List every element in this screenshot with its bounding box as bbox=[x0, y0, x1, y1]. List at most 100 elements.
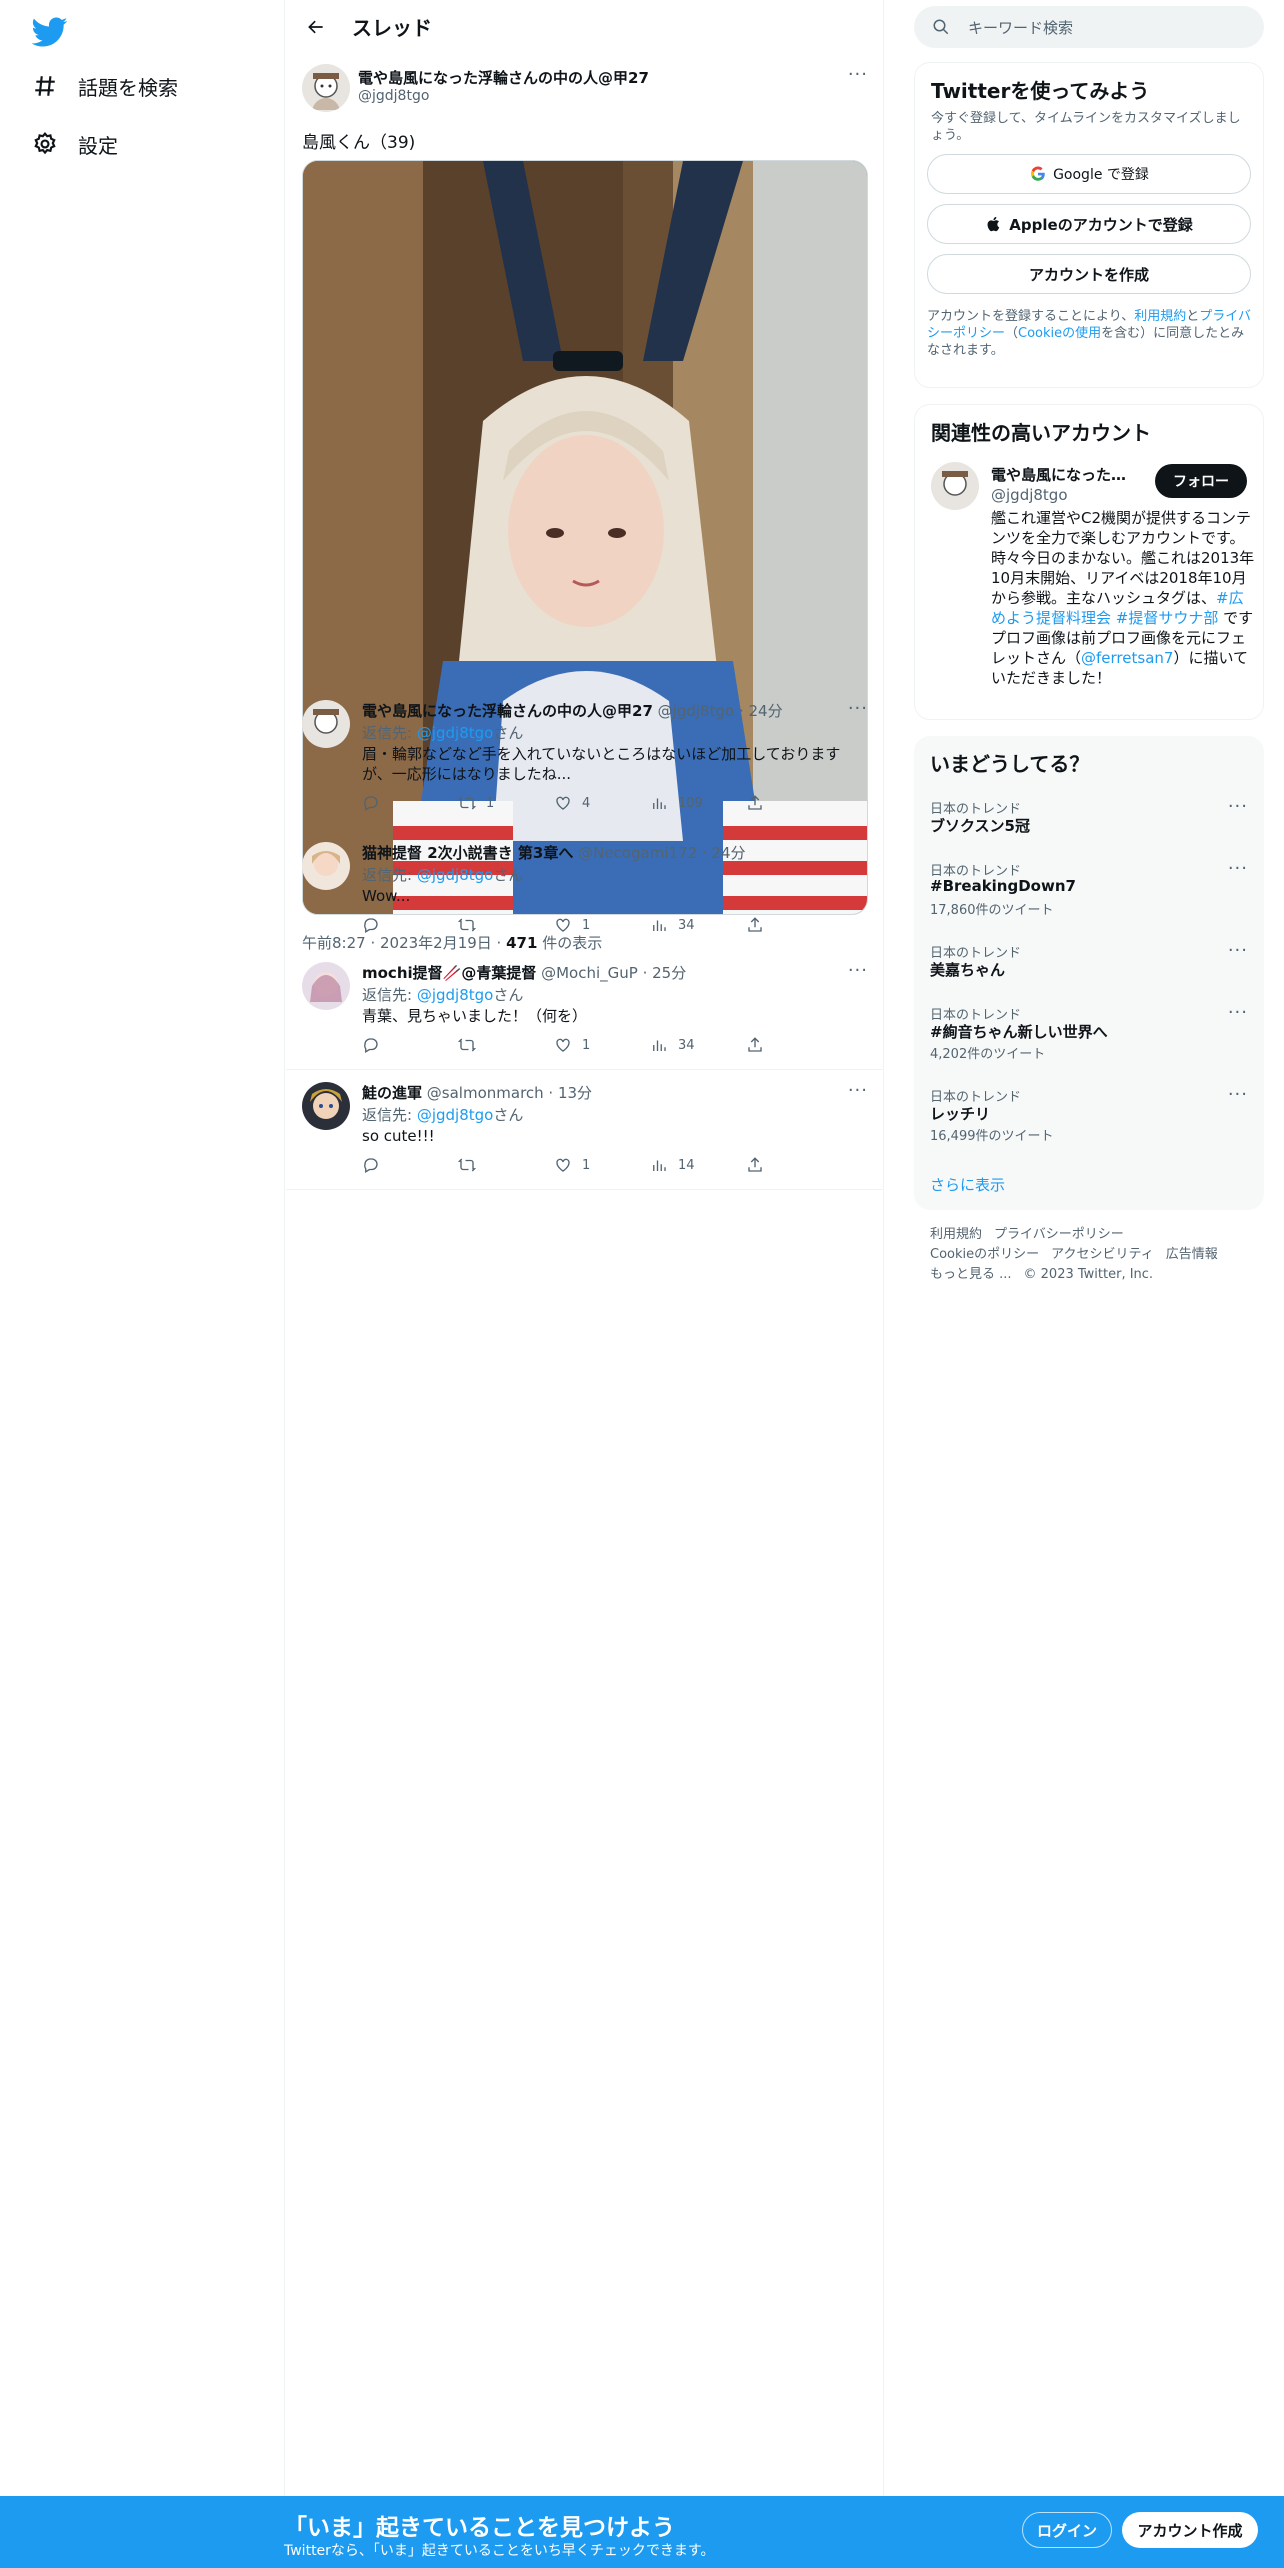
retweet-button[interactable] bbox=[458, 1156, 554, 1174]
reply-item[interactable]: 電や島風になった浮輪さんの中の人@甲27 @jgdj8tgo · 24分 返信先… bbox=[286, 688, 884, 820]
copyright: © 2023 Twitter, Inc. bbox=[1023, 1267, 1154, 1282]
footer-link[interactable]: 広告情報 bbox=[1166, 1247, 1218, 1262]
gear-icon bbox=[34, 132, 56, 155]
hashtag-icon bbox=[35, 76, 55, 96]
nav-settings[interactable]: 設定 bbox=[32, 124, 118, 164]
author-name[interactable]: 電や島風になった浮輪さんの中の人@甲27 bbox=[358, 67, 649, 88]
comment-icon bbox=[364, 1158, 378, 1173]
reply-text: 青葉、見ちゃいました！（何を） bbox=[362, 1007, 588, 1025]
reply-button[interactable] bbox=[362, 794, 458, 812]
more-options-icon[interactable]: ··· bbox=[1228, 858, 1248, 879]
related-accounts-card: 関連性の高いアカウント 電や島風になった浮... @jgdj8tgo フォロー … bbox=[914, 404, 1264, 720]
comment-icon bbox=[364, 1038, 378, 1053]
reply-item[interactable]: mochi提督🥢@青葉提督 @Mochi_GuP · 25分 返信先: @jgd… bbox=[286, 950, 884, 1070]
related-name[interactable]: 電や島風になった浮... bbox=[991, 464, 1141, 485]
views-button[interactable]: 34 bbox=[650, 1036, 746, 1054]
reply-actions: 1 34 bbox=[362, 1036, 842, 1054]
more-options-icon[interactable]: ··· bbox=[1228, 1084, 1248, 1105]
signup-title: Twitterを使ってみよう bbox=[931, 79, 1150, 103]
reply-button[interactable] bbox=[362, 1156, 458, 1174]
retweet-icon bbox=[458, 796, 476, 810]
footer-link[interactable]: Cookieのポリシー bbox=[930, 1247, 1039, 1262]
terms-link[interactable]: 利用規約 bbox=[1134, 309, 1186, 324]
views-button[interactable]: 109 bbox=[650, 794, 746, 812]
reply-to-link[interactable]: @jgdj8tgo bbox=[417, 866, 494, 884]
more-options-icon[interactable]: ··· bbox=[848, 698, 868, 719]
retweet-icon bbox=[458, 1158, 476, 1172]
reply-author[interactable]: 猫神提督 2次小説書き 第3章へ @Necogami172 · 24分 bbox=[362, 842, 746, 863]
reply-to-link[interactable]: @jgdj8tgo bbox=[417, 986, 494, 1004]
reply-to-link[interactable]: @jgdj8tgo bbox=[417, 1106, 494, 1124]
nav-settings-label: 設定 bbox=[78, 133, 118, 158]
reply-author[interactable]: 鮭の進軍 @salmonmarch · 13分 bbox=[362, 1082, 592, 1103]
share-button[interactable] bbox=[746, 794, 842, 812]
like-button[interactable]: 1 bbox=[554, 1036, 650, 1054]
apple-signup-button[interactable]: Appleのアカウントで登録 bbox=[927, 204, 1251, 244]
trend-item[interactable]: 日本のトレンド レッチリ 16,499件のツイート ··· bbox=[914, 1084, 1264, 1148]
share-icon bbox=[748, 795, 762, 810]
bottom-bar-title: 「いま」起きていることを見つけよう bbox=[284, 2515, 675, 2541]
reply-author[interactable]: 電や島風になった浮輪さんの中の人@甲27 @jgdj8tgo · 24分 bbox=[362, 700, 783, 721]
related-account[interactable]: 電や島風になった浮... @jgdj8tgo フォロー 艦これ運営やC2機関が提… bbox=[915, 452, 1263, 712]
trend-item[interactable]: 日本のトレンド #絢音ちゃん新しい世界へ 4,202件のツイート ··· bbox=[914, 1002, 1264, 1066]
share-button[interactable] bbox=[746, 1156, 842, 1174]
share-button[interactable] bbox=[746, 916, 842, 934]
login-button[interactable]: ログイン bbox=[1022, 2512, 1112, 2548]
google-signup-button[interactable]: Google で登録 bbox=[927, 154, 1251, 194]
more-options-icon[interactable]: ··· bbox=[1228, 940, 1248, 961]
back-button[interactable] bbox=[298, 9, 334, 45]
retweet-button[interactable]: 1 bbox=[458, 794, 554, 812]
reply-button[interactable] bbox=[362, 1036, 458, 1054]
twitter-logo-icon[interactable] bbox=[31, 14, 68, 50]
more-options-icon[interactable]: ··· bbox=[1228, 796, 1248, 817]
cookie-link[interactable]: Cookieの使用 bbox=[1018, 326, 1101, 341]
more-options-icon[interactable]: ··· bbox=[848, 960, 868, 981]
search-input[interactable]: キーワード検索 bbox=[968, 17, 1073, 38]
related-handle[interactable]: @jgdj8tgo bbox=[991, 486, 1068, 504]
views-button[interactable]: 34 bbox=[650, 916, 746, 934]
follow-button[interactable]: フォロー bbox=[1155, 464, 1247, 498]
views-button[interactable]: 14 bbox=[650, 1156, 746, 1174]
share-button[interactable] bbox=[746, 1036, 842, 1054]
reply-author[interactable]: mochi提督🥢@青葉提督 @Mochi_GuP · 25分 bbox=[362, 962, 686, 983]
author-handle[interactable]: @jgdj8tgo bbox=[358, 88, 429, 104]
reply-to-link[interactable]: @jgdj8tgo bbox=[417, 724, 494, 742]
thread-header: スレッド bbox=[286, 0, 884, 53]
avatar[interactable] bbox=[302, 700, 350, 748]
reply-item[interactable]: 猫神提督 2次小説書き 第3章へ @Necogami172 · 24分 返信先:… bbox=[286, 830, 884, 940]
trend-item[interactable]: 日本のトレンド 美嘉ちゃん ··· bbox=[914, 940, 1264, 1004]
signup-legal: アカウントを登録することにより、利用規約とプライバシーポリシー（Cookieの使… bbox=[927, 309, 1252, 358]
reply-actions: 1 14 bbox=[362, 1156, 842, 1174]
mention-link[interactable]: @ferretsan7 bbox=[1081, 649, 1173, 667]
hashtag-link[interactable]: #提督サウナ部 bbox=[1116, 609, 1219, 627]
footer-link[interactable]: 利用規約 bbox=[930, 1227, 982, 1242]
avatar[interactable] bbox=[302, 64, 350, 112]
reply-to: 返信先: @jgdj8tgoさん bbox=[362, 866, 524, 884]
like-button[interactable]: 1 bbox=[554, 1156, 650, 1174]
footer-link[interactable]: もっと見る ... bbox=[930, 1267, 1012, 1282]
nav-explore[interactable]: 話題を検索 bbox=[32, 66, 178, 106]
trends-title: いまどうしてる？ bbox=[930, 752, 1090, 776]
more-options-icon[interactable]: ··· bbox=[848, 1080, 868, 1101]
footer-link[interactable]: プライバシーポリシー bbox=[994, 1227, 1124, 1242]
avatar[interactable] bbox=[931, 462, 979, 510]
avatar[interactable] bbox=[302, 962, 350, 1010]
trend-item[interactable]: 日本のトレンド #BreakingDown7 17,860件のツイート ··· bbox=[914, 858, 1264, 922]
search-box[interactable]: キーワード検索 bbox=[914, 6, 1264, 48]
footer-link[interactable]: アクセシビリティ bbox=[1051, 1247, 1154, 1262]
create-account-button[interactable]: アカウントを作成 bbox=[927, 254, 1251, 294]
like-button[interactable]: 4 bbox=[554, 794, 650, 812]
more-options-icon[interactable]: ··· bbox=[1228, 1002, 1248, 1023]
show-more-link[interactable]: さらに表示 bbox=[930, 1174, 1005, 1195]
avatar[interactable] bbox=[302, 1082, 350, 1130]
more-options-icon[interactable]: ··· bbox=[848, 64, 868, 85]
signup-button[interactable]: アカウント作成 bbox=[1122, 2512, 1258, 2548]
avatar[interactable] bbox=[302, 842, 350, 890]
reply-item[interactable]: 鮭の進軍 @salmonmarch · 13分 返信先: @jgdj8tgoさん… bbox=[286, 1070, 884, 1190]
reply-text: Wow... bbox=[362, 887, 411, 905]
retweet-button[interactable] bbox=[458, 1036, 554, 1054]
trend-item[interactable]: 日本のトレンド ブソクスン5冠 ··· bbox=[914, 796, 1264, 860]
heart-icon bbox=[556, 1038, 570, 1052]
analytics-icon bbox=[653, 798, 666, 809]
share-icon bbox=[748, 1157, 762, 1172]
